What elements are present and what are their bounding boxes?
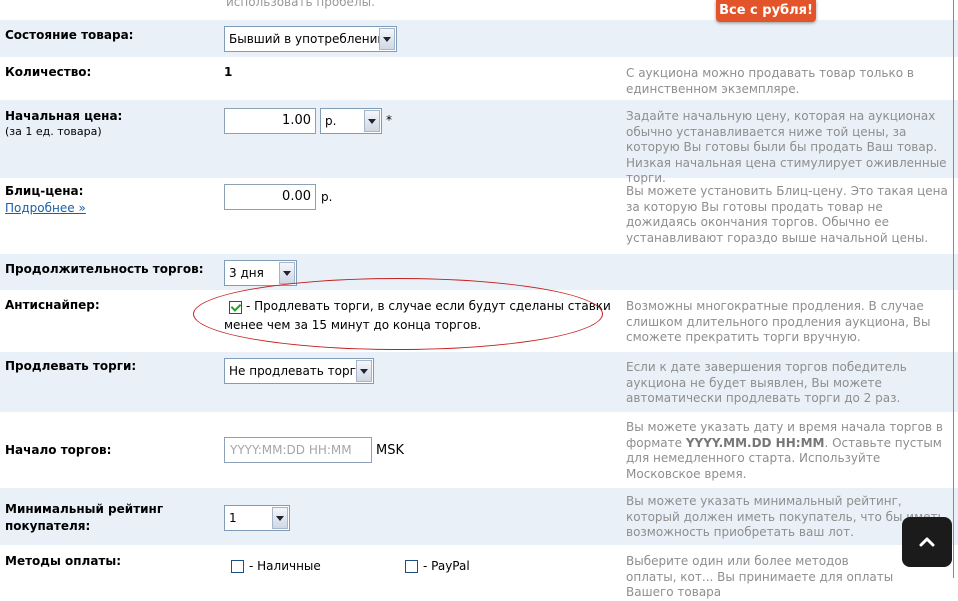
chevron-down-icon — [364, 110, 380, 132]
start-label: Начало торгов: — [5, 443, 112, 457]
blitz-currency: р. — [321, 190, 333, 204]
quantity-label: Количество: — [5, 65, 92, 79]
row-start: Начало торгов: YYYY:MM:DD HH:MM MSK Вы м… — [0, 412, 958, 488]
paypal-label: - PayPal — [423, 559, 470, 573]
antisniper-hint: Возможны многократные продления. В случа… — [626, 299, 931, 344]
payment-hint: Выберите один или более методов оплаты, … — [626, 554, 894, 599]
duration-select[interactable]: 3 дня — [224, 260, 297, 286]
scroll-to-top-button[interactable] — [902, 517, 952, 567]
blitz-label: Блиц-цена: — [5, 184, 84, 198]
row-min-rating: Минимальный рейтинг покупателя: 1 Вы мож… — [0, 488, 958, 545]
blitz-price-input[interactable]: 0.00 — [224, 184, 316, 210]
chevron-up-icon — [919, 537, 935, 547]
row-duration: Продолжительность торгов: 3 дня — [0, 254, 958, 290]
cash-checkbox[interactable] — [231, 560, 244, 573]
blitz-hint: Вы можете установить Блиц-цену. Это така… — [626, 184, 948, 245]
currency-value: р. — [325, 114, 337, 128]
row-start-price: Начальная цена: (за 1 ед. товара) 1.00 р… — [0, 100, 958, 185]
row-extend: Продлевать торги: Не продлевать торги Ес… — [0, 352, 958, 412]
antisniper-text-line2: менее чем за 15 минут до конца торгов. — [224, 318, 482, 332]
start-price-hint: Задайте начальную цену, которая на аукци… — [626, 109, 947, 185]
min-rating-value: 1 — [229, 511, 237, 525]
paypal-checkbox[interactable] — [405, 560, 418, 573]
right-border — [953, 0, 954, 578]
top-hint: использовать пробелы. — [226, 0, 375, 9]
quantity-hint: С аукциона можно продавать товар только … — [626, 66, 914, 96]
payment-label: Методы оплаты: — [5, 554, 122, 568]
chevron-down-icon — [356, 360, 372, 382]
start-price-sublabel: (за 1 ед. товара) — [5, 125, 102, 138]
start-datetime-input[interactable]: YYYY:MM:DD HH:MM — [224, 437, 372, 463]
antisniper-checkbox[interactable] — [229, 301, 242, 314]
chevron-down-icon — [272, 507, 288, 529]
antisniper-text-line1: - Продлевать торги, в случае если будут … — [246, 299, 611, 313]
extend-value: Не продлевать торги — [229, 364, 364, 378]
extend-label: Продлевать торги: — [5, 359, 137, 373]
start-price-input[interactable]: 1.00 — [224, 108, 316, 134]
extend-hint: Если к дате завершения торгов победитель… — [626, 360, 907, 405]
start-hint-format: YYYY.MM.DD HH:MM — [685, 435, 825, 450]
duration-label: Продолжительность торгов: — [5, 262, 204, 276]
row-payment: Методы оплаты: - Наличные - PayPal Выбер… — [0, 545, 958, 599]
start-price-label: Начальная цена: — [5, 109, 123, 123]
min-rating-select[interactable]: 1 — [224, 505, 290, 531]
quantity-value: 1 — [224, 65, 233, 79]
antisniper-label: Антиснайпер: — [5, 298, 100, 312]
chevron-down-icon — [279, 262, 295, 284]
row-antisniper: Антиснайпер: - Продлевать торги, в случа… — [0, 290, 958, 352]
cash-label: - Наличные — [249, 559, 321, 573]
extend-select[interactable]: Не продлевать торги — [224, 358, 374, 384]
currency-select[interactable]: р. — [320, 108, 382, 134]
start-timezone: MSK — [376, 443, 404, 458]
start-hint: Вы можете указать дату и время начала то… — [626, 420, 951, 482]
all-from-ruble-badge[interactable]: Все с рубля! — [716, 0, 816, 22]
blitz-more-link[interactable]: Подробнее » — [5, 201, 86, 215]
min-rating-label: Минимальный рейтинг покупателя: — [5, 502, 164, 533]
required-mark: * — [386, 113, 392, 127]
row-blitz: Блиц-цена: Подробнее » 0.00 р. Вы можете… — [0, 178, 958, 254]
row-quantity: Количество: 1 С аукциона можно продавать… — [0, 57, 958, 100]
condition-value: Бывший в употреблении — [229, 32, 386, 46]
condition-select[interactable]: Бывший в употреблении — [224, 26, 397, 52]
condition-label: Состояние товара: — [5, 28, 134, 42]
duration-value: 3 дня — [229, 266, 264, 280]
chevron-down-icon — [379, 28, 395, 50]
row-condition: Состояние товара: Бывший в употреблении — [0, 20, 958, 57]
